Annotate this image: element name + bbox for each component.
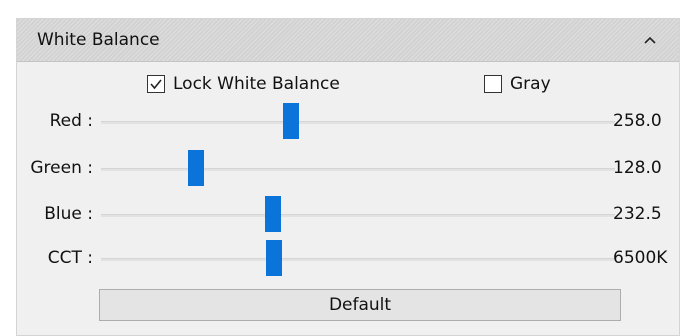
green-value: 128.0	[613, 158, 662, 178]
slider-row-blue: Blue : 232.5	[17, 196, 679, 236]
slider-row-cct: CCT : 6500K	[17, 240, 679, 280]
gray-label: Gray	[510, 74, 551, 94]
red-value: 258.0	[613, 111, 662, 131]
red-slider-track[interactable]	[101, 121, 615, 124]
green-slider-thumb[interactable]	[188, 150, 205, 186]
lock-white-balance-label: Lock White Balance	[173, 74, 340, 94]
blue-label: Blue :	[44, 204, 93, 224]
green-label: Green :	[30, 158, 93, 178]
cct-slider-thumb[interactable]	[266, 240, 283, 276]
lock-white-balance-checkbox[interactable]: Lock White Balance	[147, 74, 340, 94]
green-slider-track[interactable]	[101, 168, 615, 171]
red-label: Red :	[49, 111, 93, 131]
checkbox-box[interactable]	[484, 75, 502, 93]
gray-checkbox[interactable]: Gray	[484, 74, 551, 94]
blue-slider-track[interactable]	[101, 214, 615, 217]
default-button[interactable]: Default	[99, 289, 621, 321]
chevron-up-icon[interactable]	[639, 29, 661, 51]
panel-title: White Balance	[37, 30, 160, 50]
blue-value: 232.5	[613, 204, 662, 224]
cct-label: CCT :	[47, 248, 93, 268]
panel-header[interactable]: White Balance	[17, 19, 679, 62]
default-button-label: Default	[328, 295, 392, 315]
slider-row-green: Green : 128.0	[17, 150, 679, 190]
cct-slider-track[interactable]	[101, 258, 615, 261]
cct-value: 6500K	[613, 248, 668, 268]
blue-slider-thumb[interactable]	[265, 196, 282, 232]
red-slider-thumb[interactable]	[283, 103, 300, 139]
white-balance-panel: White Balance Lock White Balance Gray Re…	[16, 18, 680, 336]
slider-row-red: Red : 258.0	[17, 103, 679, 143]
checkbox-box[interactable]	[147, 75, 165, 93]
